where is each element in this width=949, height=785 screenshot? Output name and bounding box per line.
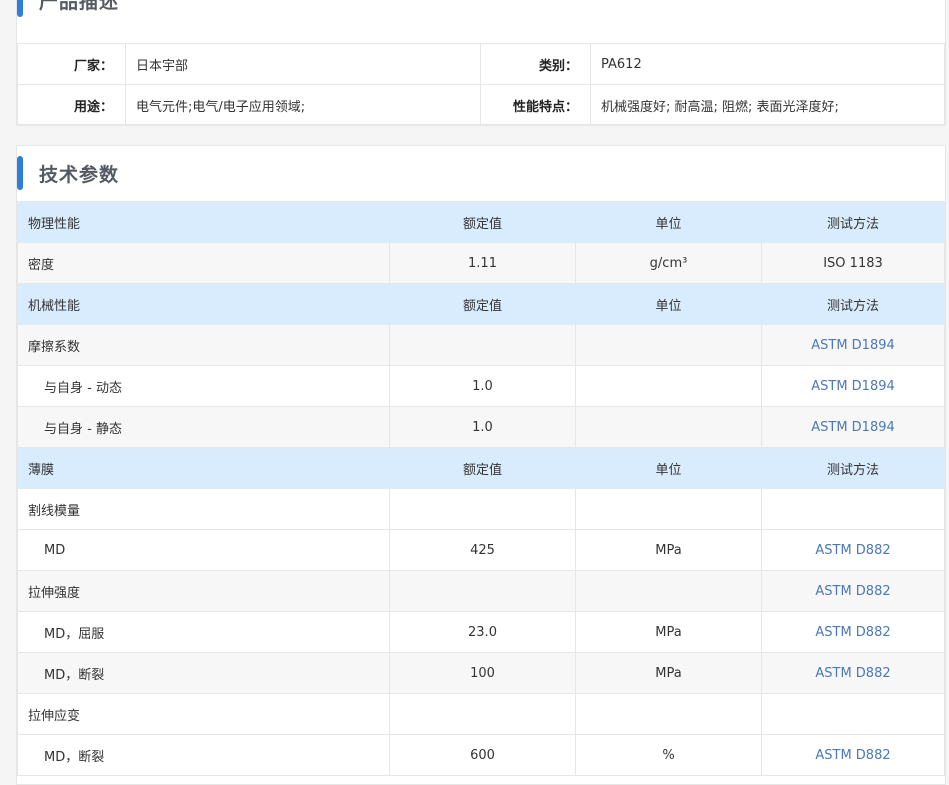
test-method-link[interactable]: ASTM D1894 <box>811 338 895 353</box>
test-method-link[interactable]: ASTM D882 <box>815 666 890 681</box>
unit: MPa <box>575 611 762 653</box>
unit: 单位 <box>575 447 762 489</box>
test-method-cell: ASTM D882 <box>761 529 945 571</box>
info-value: 电气元件;电气/电子应用领域; <box>125 84 481 126</box>
unit <box>575 570 762 612</box>
test-method: 测试方法 <box>761 283 945 325</box>
product-description-panel: 产品描述 厂家： 日本宇部 类别： PA612 用途： 电气元件;电气/电子应用… <box>16 0 946 126</box>
rated-value <box>389 693 576 735</box>
unit <box>575 406 762 448</box>
unit <box>575 693 762 735</box>
rated-value: 1.11 <box>389 242 576 284</box>
unit: % <box>575 734 762 776</box>
section-header-row: 薄膜 额定值 单位 测试方法 <box>17 447 945 489</box>
property-name: 物理性能 <box>17 201 390 243</box>
info-value: PA612 <box>590 43 945 85</box>
rated-value: 600 <box>389 734 576 776</box>
test-method: 测试方法 <box>761 201 945 243</box>
test-method-cell: ASTM D1894 <box>761 365 945 407</box>
property-name: MD <box>17 529 390 571</box>
table-row: MD，屈服 23.0 MPa ASTM D882 <box>17 611 945 653</box>
test-method-cell: ASTM D882 <box>761 611 945 653</box>
property-name: 机械性能 <box>17 283 390 325</box>
accent-bar <box>17 0 23 17</box>
test-method-link[interactable]: ASTM D882 <box>815 584 890 599</box>
test-method-link[interactable]: ASTM D882 <box>815 543 890 558</box>
unit: 单位 <box>575 283 762 325</box>
property-name: 密度 <box>17 242 390 284</box>
test-method-link[interactable]: ASTM D1894 <box>811 379 895 394</box>
test-method: ISO 1183 <box>761 242 945 284</box>
unit: g/cm³ <box>575 242 762 284</box>
test-method-link[interactable]: ASTM D1894 <box>811 420 895 435</box>
rated-value: 额定值 <box>389 283 576 325</box>
property-name: 薄膜 <box>17 447 390 489</box>
test-method: 测试方法 <box>761 447 945 489</box>
rated-value <box>389 570 576 612</box>
section-header-row: 物理性能 额定值 单位 测试方法 <box>17 201 945 243</box>
rated-value: 额定值 <box>389 201 576 243</box>
tech-params-table: 物理性能 额定值 单位 测试方法 密度 1.11 g/cm³ ISO 1183 机械性能 额定值单… <box>17 201 945 776</box>
table-row: 与自身 - 动态 1.0 ASTM D1894 <box>17 365 945 407</box>
table-row: 割线模量 <box>17 488 945 530</box>
test-method-cell: ASTM D1894 <box>761 324 945 366</box>
unit <box>575 365 762 407</box>
rated-value: 1.0 <box>389 365 576 407</box>
property-name: MD，断裂 <box>17 734 390 776</box>
table-row: 摩擦系数 ASTM D1894 <box>17 324 945 366</box>
table-row: 与自身 - 静态 1.0 ASTM D1894 <box>17 406 945 448</box>
unit <box>575 324 762 366</box>
property-name: 拉伸强度 <box>17 570 390 612</box>
info-key: 性能特点： <box>480 84 591 126</box>
info-key: 厂家： <box>17 43 126 85</box>
unit: MPa <box>575 529 762 571</box>
test-method-cell: ASTM D1894 <box>761 406 945 448</box>
info-row: 用途： 电气元件;电气/电子应用领域; 性能特点： 机械强度好; 耐高温; 阻燃… <box>17 84 945 126</box>
rated-value <box>389 324 576 366</box>
rated-value: 1.0 <box>389 406 576 448</box>
table-row: 密度 1.11 g/cm³ ISO 1183 <box>17 242 945 284</box>
property-name: 与自身 - 静态 <box>17 406 390 448</box>
table-row: MD 425 MPa ASTM D882 <box>17 529 945 571</box>
technical-parameters-panel: 技术参数 物理性能 额定值 单位 测试方法 密度 1.11 g/cm³ ISO 1183 机械性… <box>16 145 946 785</box>
info-row: 厂家： 日本宇部 类别： PA612 <box>17 43 945 85</box>
info-value: 机械强度好; 耐高温; 阻燃; 表面光泽度好; <box>590 84 945 126</box>
test-method-link[interactable]: ASTM D882 <box>815 625 890 640</box>
test-method <box>761 693 945 735</box>
property-name: MD，断裂 <box>17 652 390 694</box>
property-name: 摩擦系数 <box>17 324 390 366</box>
test-method-cell: ASTM D882 <box>761 570 945 612</box>
unit <box>575 488 762 530</box>
property-name: MD，屈服 <box>17 611 390 653</box>
unit: MPa <box>575 652 762 694</box>
table-row: 拉伸应变 <box>17 693 945 735</box>
test-method-cell: ASTM D882 <box>761 652 945 694</box>
test-method <box>761 488 945 530</box>
product-info-table: 厂家： 日本宇部 类别： PA612 用途： 电气元件;电气/电子应用领域; 性… <box>17 43 945 126</box>
accent-bar <box>17 156 23 190</box>
property-name: 与自身 - 动态 <box>17 365 390 407</box>
property-name: 割线模量 <box>17 488 390 530</box>
test-method-cell: ASTM D882 <box>761 734 945 776</box>
info-key: 用途： <box>17 84 126 126</box>
panel-header: 技术参数 <box>17 146 945 201</box>
table-row: 拉伸强度 ASTM D882 <box>17 570 945 612</box>
rated-value: 额定值 <box>389 447 576 489</box>
test-method-link[interactable]: ASTM D882 <box>815 748 890 763</box>
property-name: 拉伸应变 <box>17 693 390 735</box>
table-row: MD，断裂 100 MPa ASTM D882 <box>17 652 945 694</box>
panel-header: 产品描述 <box>17 0 945 43</box>
section-header-row: 机械性能 额定值 单位 测试方法 <box>17 283 945 325</box>
info-key: 类别： <box>480 43 591 85</box>
info-value: 日本宇部 <box>125 43 481 85</box>
table-row: MD，断裂 600% ASTM D882 <box>17 734 945 776</box>
panel-title: 技术参数 <box>39 164 120 186</box>
rated-value: 425 <box>389 529 576 571</box>
panel-title: 产品描述 <box>39 0 120 13</box>
unit: 单位 <box>575 201 762 243</box>
rated-value <box>389 488 576 530</box>
rated-value: 100 <box>389 652 576 694</box>
rated-value: 23.0 <box>389 611 576 653</box>
